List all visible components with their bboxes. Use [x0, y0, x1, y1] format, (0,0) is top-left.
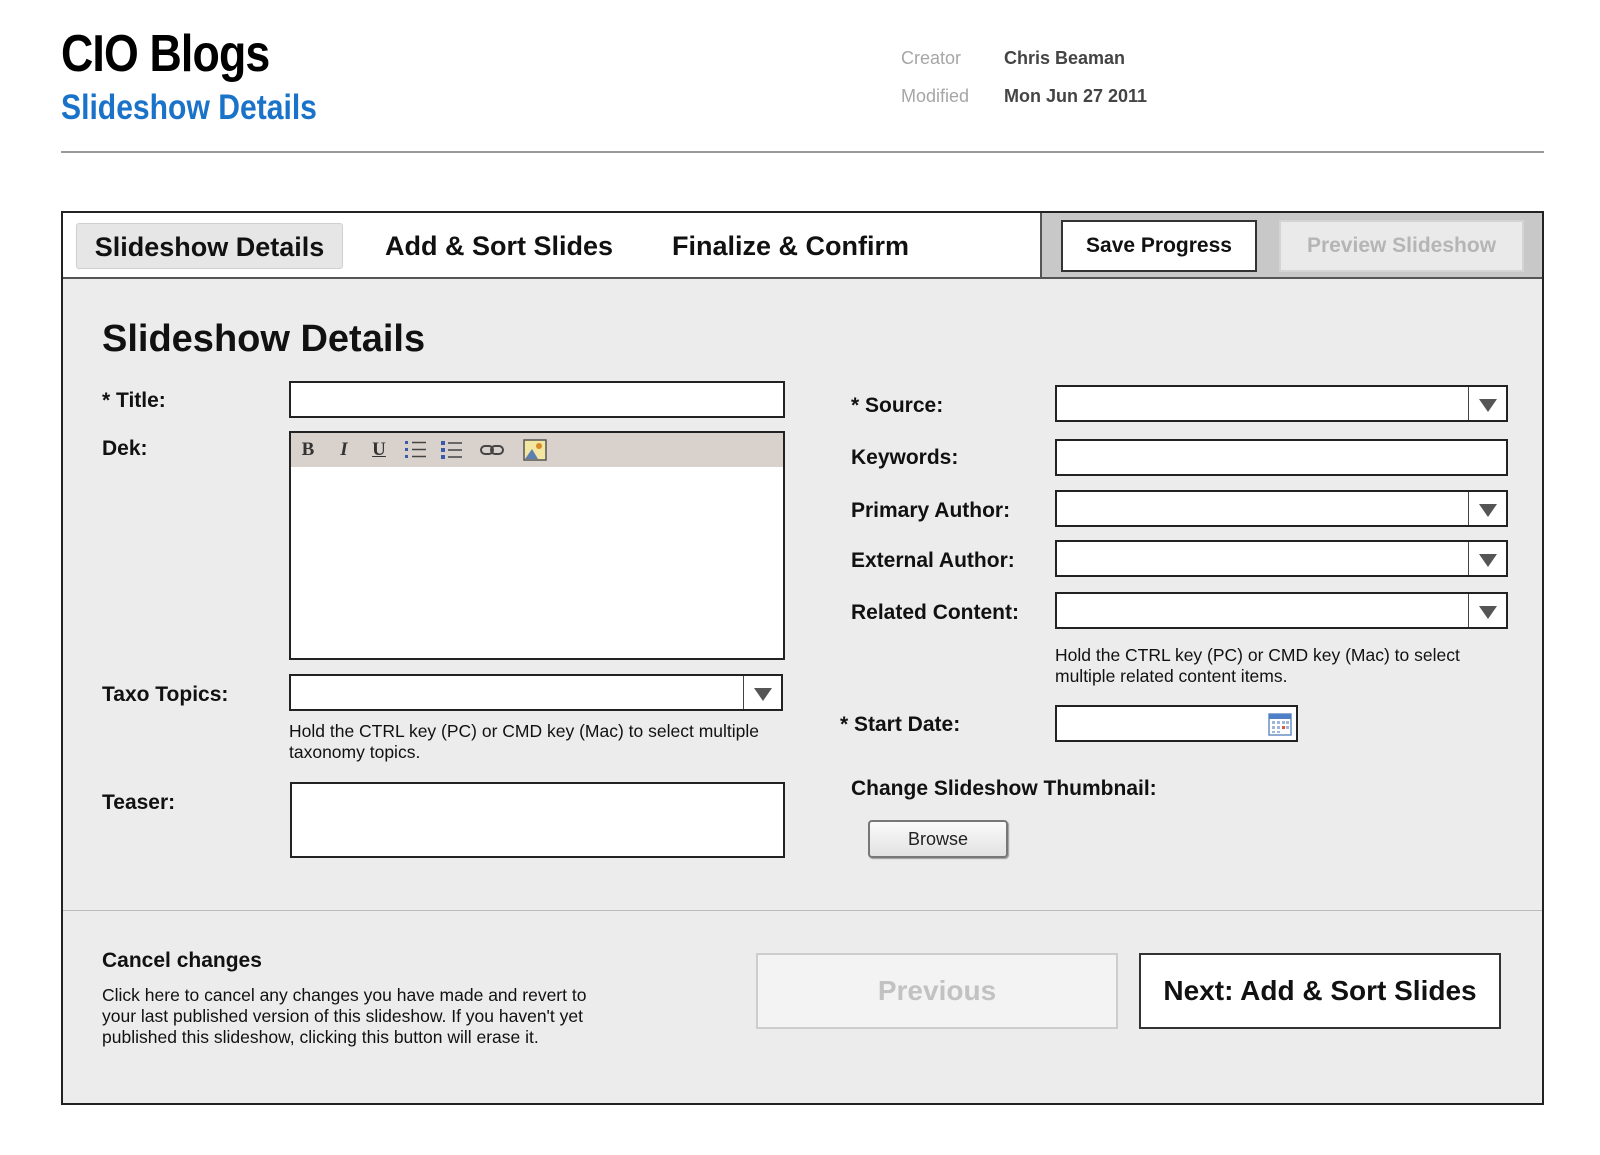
link-icon[interactable] [479, 438, 505, 462]
browse-button[interactable]: Browse [868, 820, 1008, 858]
related-content-label: Related Content: [851, 601, 1019, 624]
footer-divider [63, 910, 1542, 911]
wizard-tabs: Slideshow Details Add & Sort Slides Fina… [63, 213, 1040, 279]
italic-icon[interactable]: I [335, 438, 353, 462]
rte-toolbar: B I U [291, 433, 783, 467]
related-content-hint: Hold the CTRL key (PC) or CMD key (Mac) … [1055, 645, 1460, 686]
title-input[interactable] [289, 381, 785, 418]
preview-slideshow-button[interactable]: Preview Slideshow [1279, 220, 1524, 272]
chevron-down-icon[interactable] [743, 676, 781, 709]
start-date-input[interactable] [1055, 705, 1298, 742]
section-title: Slideshow Details [102, 318, 426, 360]
modified-label: Modified [901, 86, 970, 106]
bold-icon[interactable]: B [299, 438, 317, 462]
app-title: CIO Blogs [61, 25, 270, 83]
external-author-select[interactable] [1055, 540, 1508, 577]
save-progress-button[interactable]: Save Progress [1061, 220, 1257, 272]
calendar-icon[interactable] [1268, 712, 1292, 736]
header-divider [61, 151, 1544, 153]
page-subtitle: Slideshow Details [61, 88, 317, 127]
taxo-topics-select[interactable] [289, 674, 783, 711]
chevron-down-icon[interactable] [1468, 492, 1506, 525]
next-button[interactable]: Next: Add & Sort Slides [1139, 953, 1501, 1029]
ordered-list-icon[interactable] [403, 438, 427, 462]
creator-value: Chris Beaman [1004, 48, 1126, 68]
teaser-input[interactable] [290, 782, 785, 858]
dek-editor[interactable]: B I U [289, 431, 785, 660]
external-author-label: External Author: [851, 549, 1015, 572]
chevron-down-icon[interactable] [1468, 387, 1506, 420]
cancel-changes-description: Click here to cancel any changes you hav… [102, 985, 587, 1047]
image-icon[interactable] [523, 438, 547, 462]
related-content-select[interactable] [1055, 592, 1508, 629]
taxo-topics-label: Taxo Topics: [102, 683, 229, 706]
tab-add-sort-slides[interactable]: Add & Sort Slides [385, 223, 613, 269]
source-label: * Source: [851, 394, 944, 417]
action-bar: Save Progress Preview Slideshow [1040, 213, 1542, 279]
primary-author-select[interactable] [1055, 490, 1508, 527]
chevron-down-icon[interactable] [1468, 594, 1506, 627]
keywords-label: Keywords: [851, 446, 959, 469]
start-date-label: * Start Date: [840, 713, 961, 736]
underline-icon[interactable]: U [369, 438, 389, 462]
tab-slideshow-details[interactable]: Slideshow Details [76, 223, 343, 269]
taxo-topics-hint: Hold the CTRL key (PC) or CMD key (Mac) … [289, 721, 760, 762]
primary-author-label: Primary Author: [851, 499, 1011, 522]
bullet-list-icon[interactable] [439, 438, 463, 462]
title-label: * Title: [102, 389, 166, 412]
dek-label: Dek: [102, 437, 148, 460]
cancel-changes-link[interactable]: Cancel changes [102, 949, 262, 973]
thumbnail-label: Change Slideshow Thumbnail: [851, 777, 1157, 800]
source-select[interactable] [1055, 385, 1508, 422]
chevron-down-icon[interactable] [1468, 542, 1506, 575]
keywords-input[interactable] [1055, 439, 1508, 476]
modified-value: Mon Jun 27 2011 [1004, 86, 1148, 106]
creator-label: Creator [901, 48, 962, 68]
teaser-label: Teaser: [102, 791, 176, 814]
wizard-panel: Slideshow Details Add & Sort Slides Fina… [61, 211, 1544, 1105]
tab-finalize-confirm[interactable]: Finalize & Confirm [672, 223, 909, 269]
previous-button[interactable]: Previous [756, 953, 1118, 1029]
